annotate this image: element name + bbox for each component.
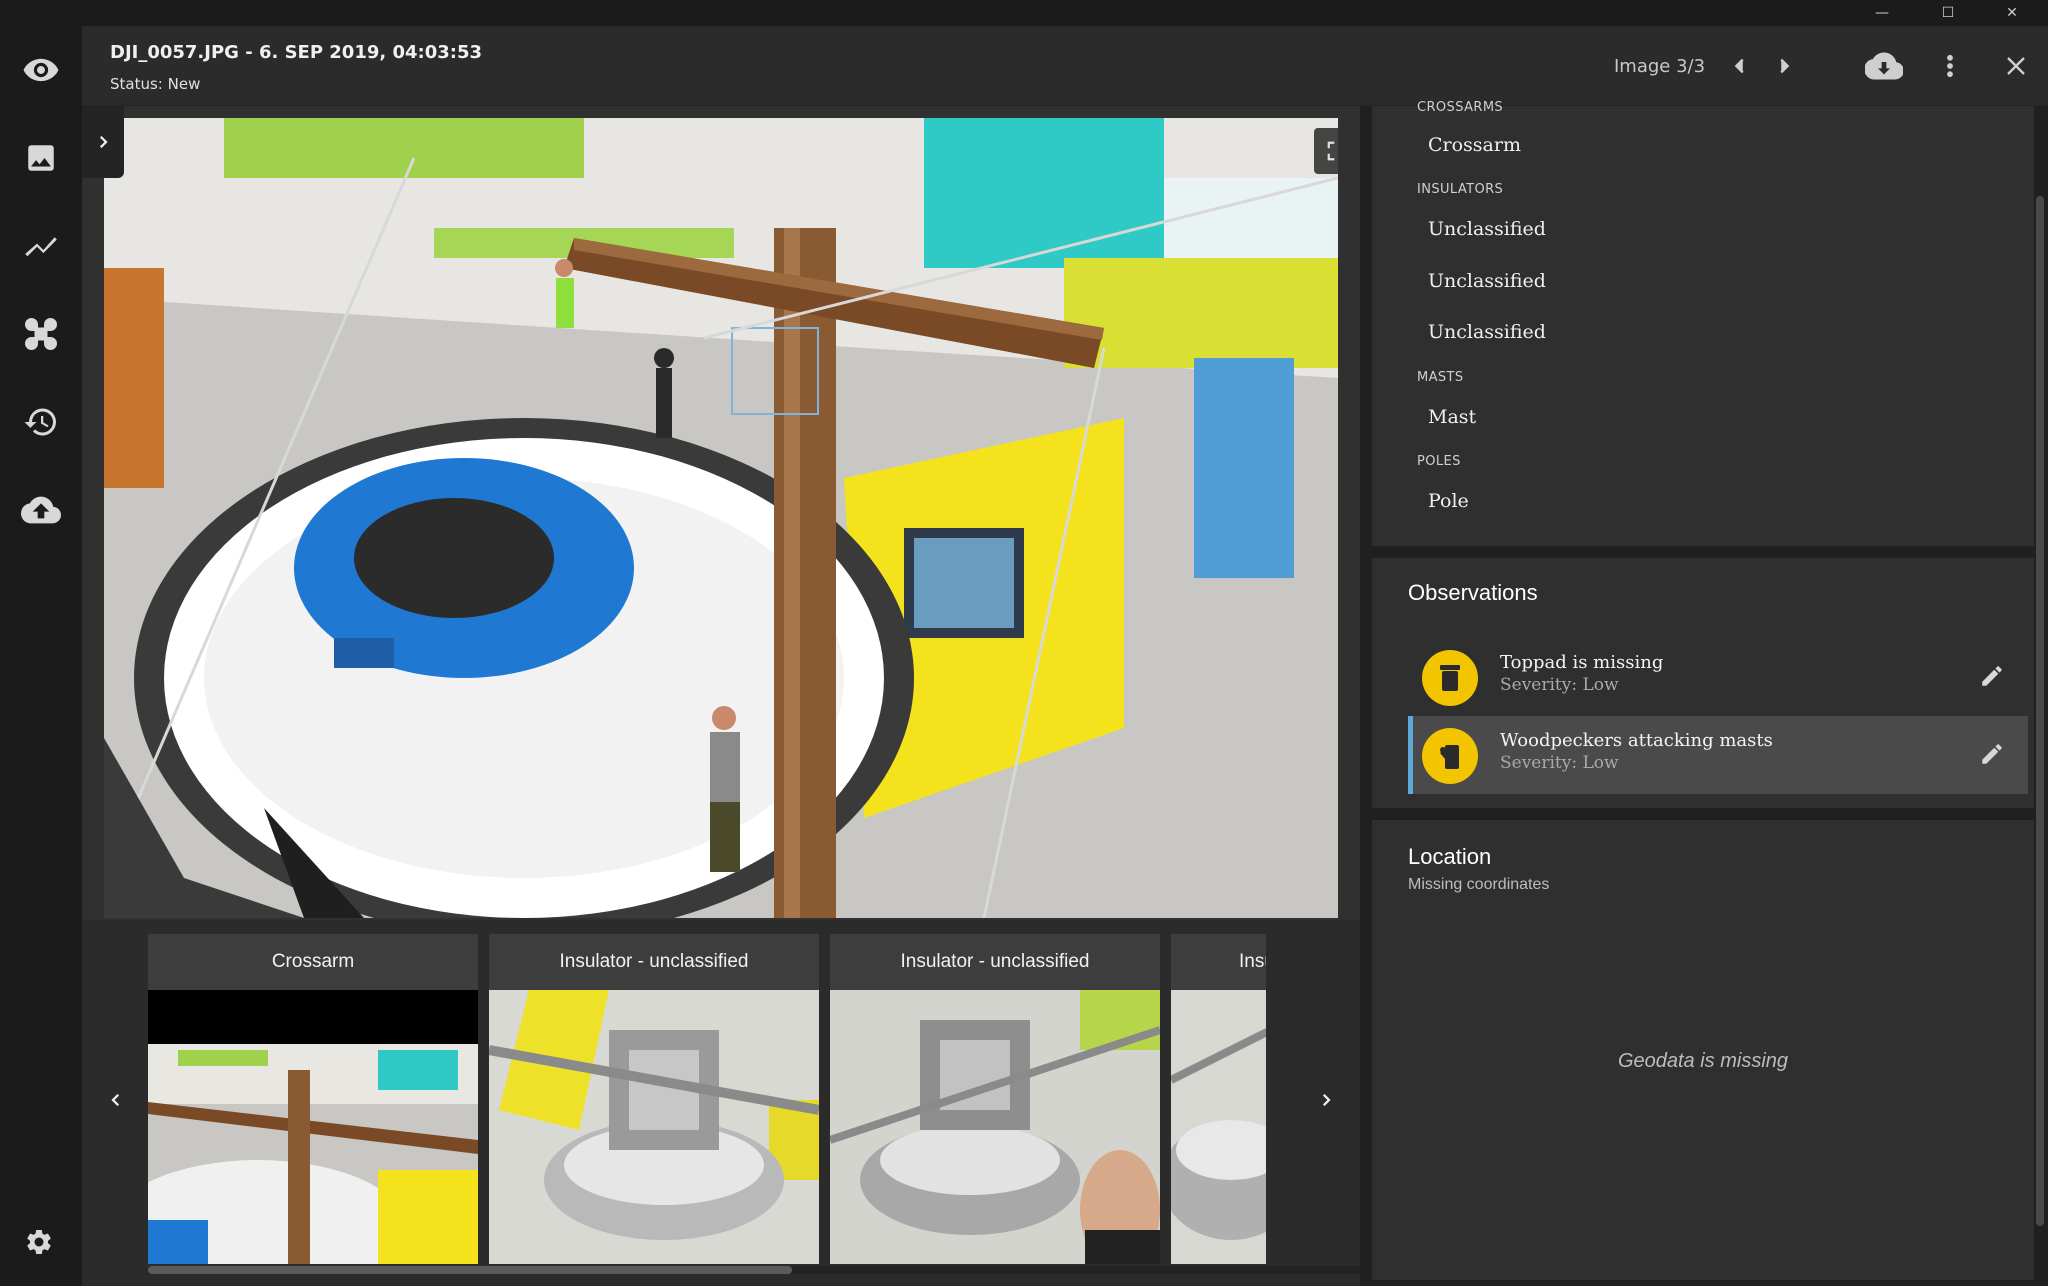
image-title: DJI_0057.JPG - 6. SEP 2019, 04:03:53 <box>110 42 483 63</box>
chevron-left-icon <box>1734 58 1744 74</box>
cloud-download-icon <box>1865 52 1903 80</box>
next-image-button[interactable] <box>1762 44 1806 88</box>
close-icon <box>2007 57 2025 75</box>
image-viewer <box>82 106 1360 920</box>
image-header: DJI_0057.JPG - 6. SEP 2019, 04:03:53 Sta… <box>82 26 2048 106</box>
chevron-left-icon <box>111 1093 120 1107</box>
observation-severity: Severity: Low <box>1500 675 1619 695</box>
command-icon <box>25 318 57 350</box>
component-pole[interactable]: Pole <box>1416 480 1996 522</box>
component-insulator[interactable]: Unclassified <box>1416 311 1996 353</box>
nav-item-command[interactable] <box>16 309 66 359</box>
details-panel: CROSSARMS Crossarm INSULATORS Unclassifi… <box>1360 100 2048 1286</box>
inspection-photo[interactable] <box>104 118 1338 918</box>
filmstrip-scrollbar-thumb[interactable] <box>148 1266 792 1274</box>
window-titlebar: — ☐ ✕ <box>0 0 2048 26</box>
maximize-button[interactable]: ☐ <box>1916 0 1980 26</box>
edit-observation-button[interactable] <box>1972 734 2012 774</box>
nav-rail <box>0 26 82 1286</box>
chevron-right-icon <box>1322 1093 1331 1107</box>
observation-title: Woodpeckers attacking masts <box>1500 730 1773 751</box>
gear-icon <box>27 1230 51 1254</box>
image-icon <box>28 145 54 171</box>
component-crossarm[interactable]: Crossarm <box>1416 124 1996 166</box>
thumbnail-insulator[interactable]: Insulator - unclassified <box>1171 934 1266 1264</box>
photo-scene <box>104 118 1338 918</box>
previous-image-button[interactable] <box>1718 44 1762 88</box>
eye-icon <box>23 58 59 82</box>
thumbnail-image <box>1171 990 1266 1264</box>
observations-card: Observations Toppad is missing Severity:… <box>1372 558 2034 808</box>
location-card: Location Missing coordinates Geodata is … <box>1372 820 2034 1280</box>
thumbnail-insulator[interactable]: Insulator - unclassified <box>830 934 1160 1264</box>
component-insulator[interactable]: Unclassified <box>1416 260 1996 302</box>
chevron-right-icon <box>1780 58 1790 74</box>
edit-observation-button[interactable] <box>1972 656 2012 696</box>
component-insulator[interactable]: Unclassified <box>1416 208 1996 250</box>
more-options-button[interactable] <box>1928 44 1972 88</box>
details-scrollbar[interactable] <box>2036 196 2044 1226</box>
thumbnail-label: Insulator - unclassified <box>1171 934 1266 990</box>
fullscreen-button[interactable] <box>1314 128 1338 174</box>
nav-item-upload[interactable] <box>16 485 66 535</box>
thumbnail-image <box>489 990 819 1264</box>
filmstrip-scrollbar[interactable] <box>148 1266 1374 1274</box>
chart-line-icon <box>25 237 57 257</box>
history-icon <box>24 408 56 436</box>
thumbnail-label: Insulator - unclassified <box>489 934 819 990</box>
download-button[interactable] <box>1862 44 1906 88</box>
toppad-icon <box>1422 650 1478 706</box>
image-status: Status: New <box>110 75 201 93</box>
observation-severity: Severity: Low <box>1500 753 1619 773</box>
nav-item-inspect[interactable] <box>16 45 66 95</box>
thumbnail-label: Insulator - unclassified <box>830 934 1160 990</box>
minimize-button[interactable]: — <box>1850 0 1914 26</box>
group-label-insulators: INSULATORS <box>1417 182 1504 197</box>
thumbnail-insulator[interactable]: Insulator - unclassified <box>489 934 819 1264</box>
pencil-icon <box>1982 744 2002 764</box>
group-label-crossarms: CROSSARMS <box>1417 100 1504 115</box>
filmstrip-previous-button[interactable] <box>98 1080 134 1120</box>
observation-title: Toppad is missing <box>1500 652 1664 673</box>
group-label-poles: POLES <box>1417 454 1461 469</box>
filmstrip-track: Crossarm Insulator - unclassified Insula… <box>148 934 1308 1282</box>
drawer-toggle-button[interactable] <box>82 106 124 178</box>
image-counter: Image 3/3 <box>1614 56 1706 77</box>
fullscreen-icon <box>1327 141 1335 161</box>
observation-row[interactable]: Toppad is missing Severity: Low <box>1408 638 2028 716</box>
settings-button[interactable] <box>14 1217 64 1267</box>
thumbnail-label: Crossarm <box>148 934 478 990</box>
thumbnail-crossarm[interactable]: Crossarm <box>148 934 478 1264</box>
component-mast[interactable]: Mast <box>1416 396 1996 438</box>
observation-row-selected[interactable]: Woodpeckers attacking masts Severity: Lo… <box>1408 716 2028 794</box>
close-viewer-button[interactable] <box>1994 44 2038 88</box>
woodpecker-icon <box>1422 728 1478 784</box>
nav-item-images[interactable] <box>16 133 66 183</box>
thumbnail-image <box>148 990 478 1264</box>
nav-item-history[interactable] <box>16 397 66 447</box>
observations-title: Observations <box>1408 580 1538 605</box>
geodata-missing-message: Geodata is missing <box>1617 1050 1789 1072</box>
nav-item-analytics[interactable] <box>16 221 66 271</box>
group-label-masts: MASTS <box>1417 370 1464 385</box>
thumbnail-image <box>830 990 1160 1264</box>
location-title: Location <box>1408 844 1492 869</box>
component-filmstrip: Crossarm Insulator - unclassified Insula… <box>82 920 1374 1286</box>
cloud-upload-icon <box>21 496 61 524</box>
components-card: CROSSARMS Crossarm INSULATORS Unclassifi… <box>1372 100 2034 546</box>
window-close-button[interactable]: ✕ <box>1980 0 2044 26</box>
pencil-icon <box>1982 666 2002 686</box>
location-subtitle: Missing coordinates <box>1408 876 1550 893</box>
more-vertical-icon <box>1947 54 1953 78</box>
chevron-right-icon <box>99 135 108 149</box>
filmstrip-next-button[interactable] <box>1308 1080 1344 1120</box>
